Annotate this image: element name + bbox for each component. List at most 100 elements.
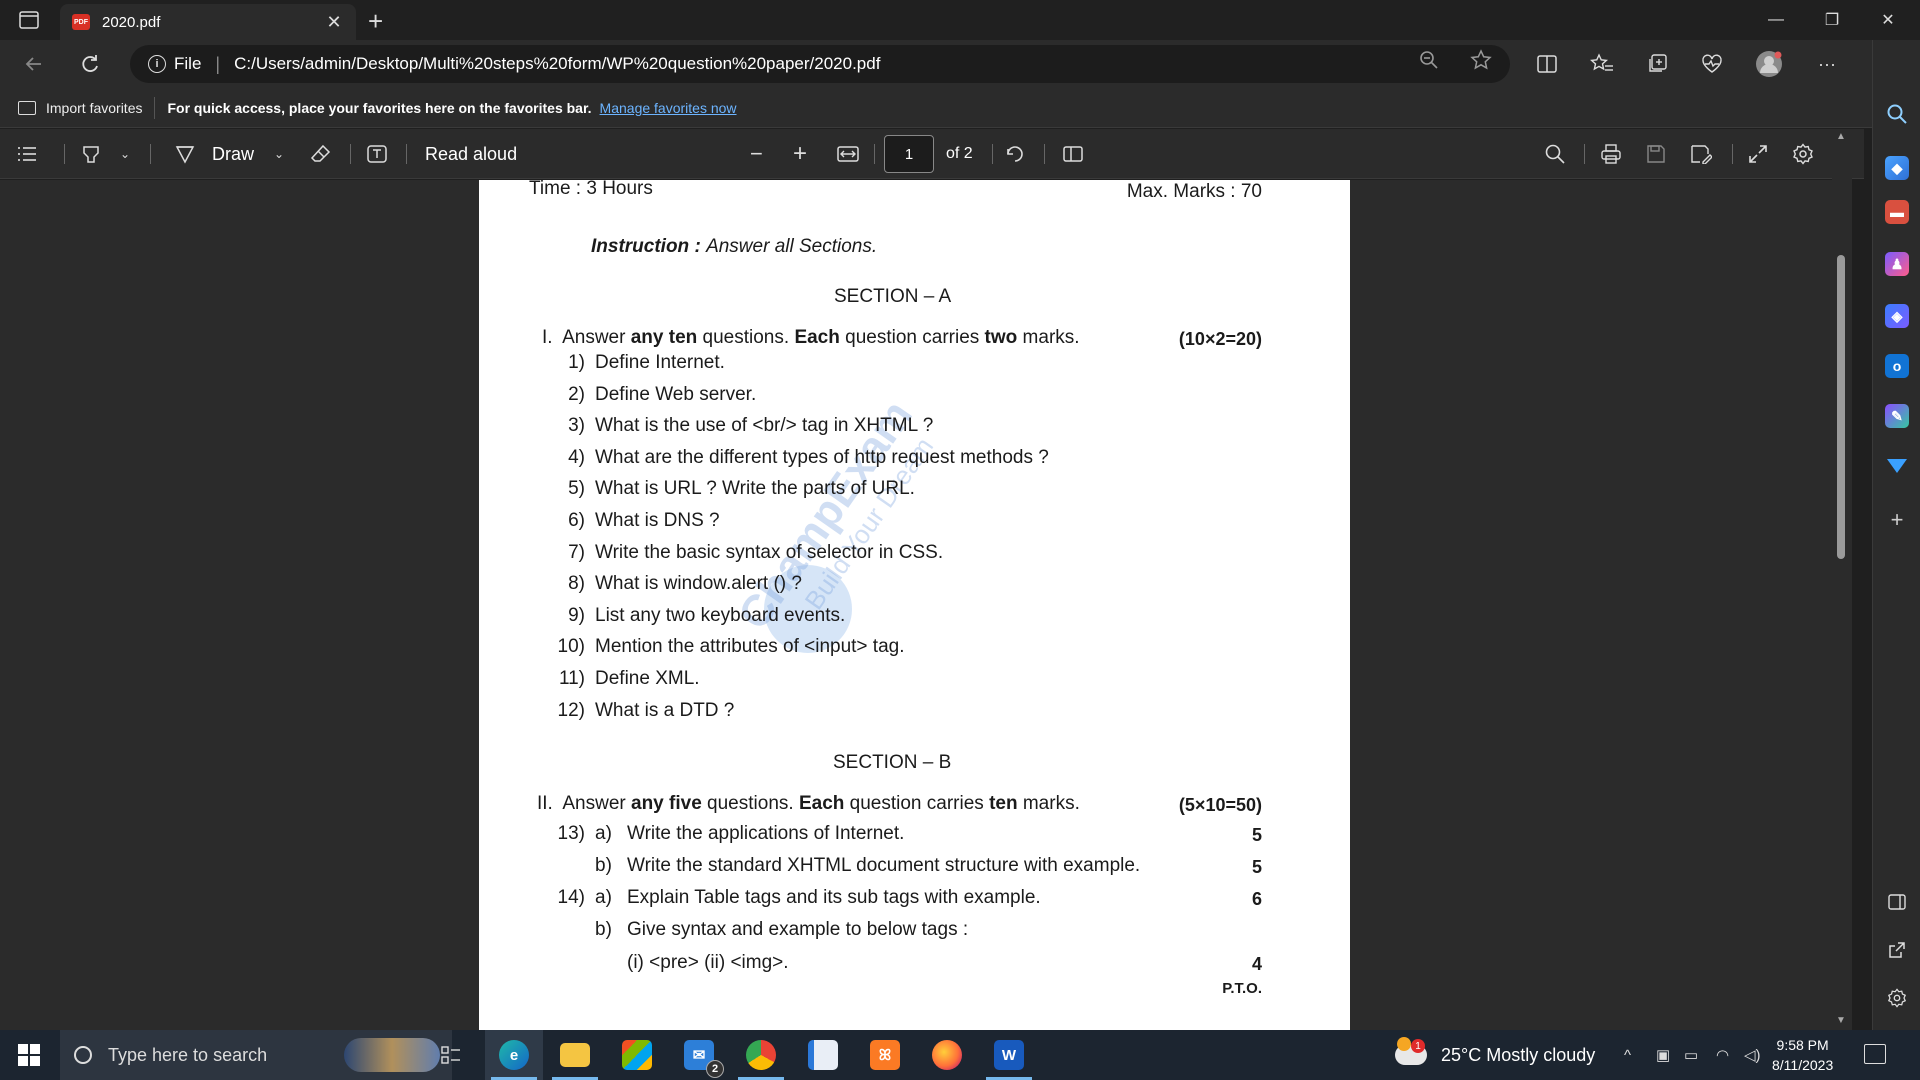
zoom-in-pdf-icon[interactable]: + [793, 140, 807, 167]
vertical-scrollbar[interactable]: ▲ ▼ [1832, 129, 1852, 1030]
outlook-icon[interactable]: o [1885, 354, 1909, 378]
volume-icon[interactable]: ◁) [1744, 1030, 1761, 1080]
close-window-icon[interactable]: ✕ [1860, 0, 1916, 40]
fit-to-page-icon[interactable] [836, 141, 860, 167]
battery-icon[interactable]: ▭ [1684, 1030, 1698, 1080]
section-b-heading: SECTION – B [833, 752, 952, 773]
restore-icon[interactable]: ❐ [1804, 0, 1860, 40]
wifi-icon[interactable]: ◠ [1716, 1030, 1729, 1080]
collections-icon[interactable] [1642, 49, 1672, 79]
draw-button[interactable]: Draw [212, 141, 254, 167]
designer-icon[interactable]: ✎ [1885, 404, 1909, 428]
taskbar-firefox[interactable] [918, 1030, 976, 1080]
file-explorer-icon [560, 1043, 590, 1067]
section-b-directive: II. Answer any five questions. Each ques… [537, 793, 1080, 815]
print-icon[interactable] [1600, 141, 1622, 167]
zoom-out-pdf-icon[interactable]: − [750, 141, 763, 167]
draw-dropdown-icon[interactable]: ⌄ [274, 141, 284, 167]
fullscreen-icon[interactable] [1748, 141, 1768, 167]
directive-text: Answer [562, 793, 626, 814]
scrollbar-thumb[interactable] [1837, 255, 1845, 559]
info-icon[interactable]: i [148, 55, 166, 73]
toolbar-separator [992, 144, 993, 164]
taskbar-mail[interactable]: ✉ 2 [670, 1030, 728, 1080]
import-favorites-label: Import favorites [46, 99, 143, 116]
send-icon[interactable] [1885, 454, 1909, 478]
scroll-down-icon[interactable]: ▼ [1836, 1015, 1846, 1026]
windows-start-icon[interactable] [18, 1044, 40, 1066]
favorites-icon[interactable] [1587, 49, 1617, 79]
taskbar-notepad[interactable] [794, 1030, 852, 1080]
profile-avatar-icon[interactable] [1754, 49, 1784, 79]
rotate-icon[interactable] [1004, 141, 1026, 167]
new-tab-icon[interactable]: + [368, 6, 383, 37]
meet-now-icon[interactable]: ▣ [1656, 1030, 1670, 1080]
taskbar-xampp[interactable]: ꕤ [856, 1030, 914, 1080]
taskbar-store[interactable] [608, 1030, 666, 1080]
pdf-settings-icon[interactable] [1792, 141, 1814, 167]
refresh-icon[interactable] [76, 50, 104, 78]
tab-actions-icon[interactable] [18, 9, 40, 31]
question-text: What is the use of <br/> tag in XHTML ? [595, 415, 934, 437]
tab-close-icon[interactable]: ✕ [324, 12, 344, 33]
directive-bold: Each [798, 793, 845, 814]
highlight-icon[interactable] [80, 141, 102, 167]
read-aloud-button[interactable]: Read aloud [425, 141, 517, 167]
favorite-star-icon[interactable] [1470, 49, 1492, 71]
url-text[interactable]: C:/Users/admin/Desktop/Multi%20steps%20f… [234, 54, 880, 74]
more-options-icon[interactable]: ··· [1812, 49, 1842, 79]
directive-text: questions. [702, 327, 790, 348]
zoom-out-icon[interactable] [1418, 49, 1440, 71]
highlight-dropdown-icon[interactable]: ⌄ [120, 141, 130, 167]
windows-taskbar: Type here to search e ✉ 2 ꕤ W 1 25°C Most… [0, 1030, 1920, 1080]
question-number: 2) [568, 383, 585, 405]
question-marks: 6 [1251, 889, 1262, 909]
copilot-icon[interactable]: ◈ [1885, 304, 1909, 328]
sidebar-settings-icon[interactable] [1885, 986, 1909, 1010]
taskbar-edge[interactable]: e [485, 1030, 543, 1080]
system-clock[interactable]: 9:58 PM 8/11/2023 [1772, 1035, 1833, 1075]
taskbar-search[interactable]: Type here to search [60, 1030, 452, 1080]
eraser-icon[interactable] [310, 141, 332, 167]
back-icon[interactable] [20, 50, 48, 78]
sidebar-toggle-icon[interactable] [1885, 890, 1909, 914]
question-number: 12) [557, 699, 585, 721]
question-number: 13) [557, 823, 585, 844]
save-icon[interactable] [1646, 141, 1666, 167]
shopping-tag-icon[interactable]: ◆ [1885, 156, 1909, 180]
minimize-icon[interactable]: — [1748, 0, 1804, 40]
browser-tab[interactable]: PDF 2020.pdf ✕ [60, 4, 356, 40]
taskbar-search-icon [74, 1046, 92, 1064]
draw-icon[interactable] [174, 141, 196, 167]
search-icon[interactable] [1885, 102, 1909, 126]
question-item: 11) Define XML. [549, 668, 700, 690]
find-in-document-icon[interactable] [1544, 141, 1566, 167]
notifications-icon[interactable] [1864, 1044, 1886, 1064]
question-text: Write the basic syntax of selector in CS… [595, 541, 944, 563]
show-hidden-icons[interactable]: ^ [1624, 1030, 1631, 1080]
toolbox-icon[interactable]: ▬ [1885, 200, 1909, 224]
page-number-input[interactable]: 1 [884, 135, 934, 173]
taskbar-chrome[interactable] [732, 1030, 790, 1080]
address-bar[interactable]: i File | C:/Users/admin/Desktop/Multi%20… [130, 45, 1510, 83]
add-text-icon[interactable] [366, 141, 388, 167]
open-external-icon[interactable] [1885, 938, 1909, 962]
scroll-up-icon[interactable]: ▲ [1836, 131, 1846, 142]
save-as-icon[interactable] [1690, 141, 1712, 167]
task-view-icon[interactable] [422, 1030, 480, 1080]
games-icon[interactable]: ♟ [1885, 252, 1909, 276]
browser-essentials-icon[interactable] [1697, 49, 1727, 79]
weather-widget[interactable]: 1 25°C Mostly cloudy [1395, 1030, 1595, 1080]
page-view-icon[interactable] [1062, 141, 1084, 167]
question-part: a) [595, 823, 612, 844]
directive-text: marks. [1022, 327, 1080, 348]
split-screen-icon[interactable] [1532, 49, 1562, 79]
import-favorites-button[interactable]: Import favorites [18, 100, 142, 116]
taskbar-file-explorer[interactable] [546, 1030, 604, 1080]
add-icon[interactable]: + [1885, 507, 1909, 532]
table-of-contents-icon[interactable] [16, 141, 38, 167]
taskbar-word[interactable]: W [980, 1030, 1038, 1080]
toolbar-separator [406, 144, 407, 164]
manage-favorites-link[interactable]: Manage favorites now [600, 100, 737, 116]
pdf-viewport[interactable]: ChampExam Build Your Dream Time : 3 Hour… [0, 180, 1832, 1030]
